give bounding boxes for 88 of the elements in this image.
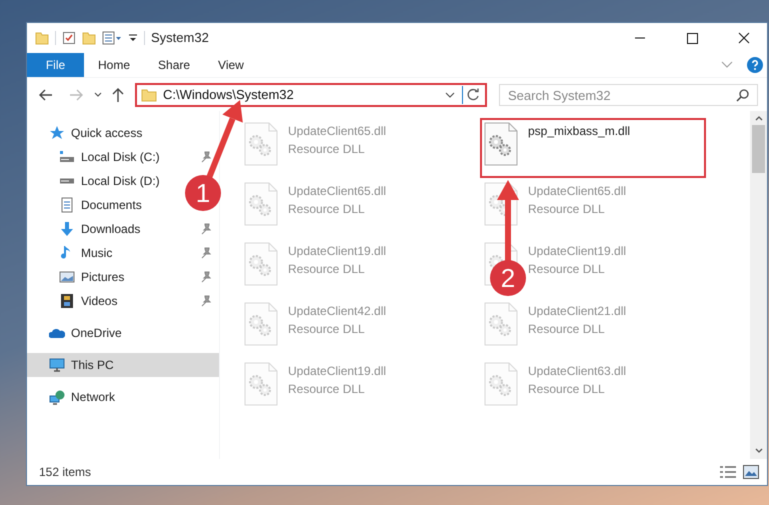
navigation-label: Music — [81, 245, 114, 262]
gear-file-icon — [244, 242, 278, 286]
navigation-item[interactable]: Quick access — [27, 121, 219, 145]
file-name: UpdateClient19.dll — [288, 363, 386, 380]
file-item[interactable]: psp_mixbass_m.dll — [480, 118, 706, 178]
chevron-down-icon[interactable] — [93, 90, 103, 100]
navigation-label: Network — [71, 389, 116, 406]
navigation-item[interactable]: Documents — [27, 193, 150, 217]
navigation-label: Downloads — [81, 221, 142, 238]
help-icon[interactable] — [747, 57, 763, 73]
file-type: Resource DLL — [288, 201, 366, 218]
pin-icon[interactable] — [201, 247, 211, 259]
window-title: System32 — [151, 29, 209, 48]
film-icon — [59, 293, 75, 309]
pin-icon[interactable] — [201, 151, 211, 163]
scrollbar[interactable] — [750, 111, 767, 459]
address-path: C:\Windows\System32 — [163, 86, 294, 104]
file-type: Resource DLL — [528, 261, 606, 278]
pin-icon[interactable] — [201, 223, 211, 235]
navigation-label: OneDrive — [71, 325, 123, 342]
navigation-label: Quick access — [71, 125, 144, 142]
navigation-label: This PC — [71, 357, 115, 374]
file-name: UpdateClient63.dll — [528, 363, 626, 380]
navigation-item[interactable]: Local Disk (D:) — [27, 169, 168, 193]
navigation-label: Local Disk (D:) — [81, 173, 160, 190]
gear-file-icon — [244, 182, 278, 226]
drive-icon — [59, 178, 75, 184]
gear-file-icon — [484, 122, 518, 166]
file-name: psp_mixbass_m.dll — [528, 123, 630, 140]
navigation-item[interactable]: Pictures — [27, 265, 219, 289]
navigation-label: Pictures — [81, 269, 126, 286]
picture-icon — [59, 269, 75, 285]
star-icon — [49, 125, 65, 141]
file-name: UpdateClient65.dll — [288, 123, 386, 140]
gear-file-icon — [244, 362, 278, 406]
navigation-item[interactable]: Music — [27, 241, 219, 265]
file-type: Resource DLL — [288, 141, 366, 158]
pin-icon[interactable] — [201, 295, 211, 307]
document-icon — [59, 197, 75, 213]
file-name: UpdateClient65.dll — [288, 183, 386, 200]
search-field[interactable]: Search System32 — [499, 84, 758, 106]
checklist-icon[interactable] — [62, 31, 76, 45]
file-type: Resource DLL — [528, 321, 606, 338]
callout-number: 1 — [196, 178, 210, 208]
file-name: UpdateClient19.dll — [288, 243, 386, 260]
drive-icon — [59, 149, 75, 165]
item-count: 152 items — [39, 464, 92, 481]
large-icons-view-icon[interactable] — [743, 465, 759, 479]
gear-file-icon — [484, 362, 518, 406]
scrollbar-thumb[interactable] — [752, 125, 765, 173]
file-type: Resource DLL — [288, 321, 366, 338]
navigation-item[interactable]: Downloads — [27, 217, 219, 241]
expand-ribbon-icon[interactable] — [721, 61, 733, 69]
file-name: UpdateClient42.dll — [288, 303, 386, 320]
search-icon — [736, 88, 750, 102]
ribbon-tab[interactable]: View — [204, 53, 258, 77]
address-bar[interactable]: C:\Windows\System32 — [135, 82, 487, 106]
network-icon — [49, 389, 65, 405]
file-type: Resource DLL — [528, 201, 606, 218]
callout-number: 2 — [500, 263, 516, 293]
navigation-item[interactable]: Videos — [27, 289, 219, 313]
monitor-icon — [49, 357, 65, 373]
pin-icon[interactable] — [201, 271, 211, 283]
download-arrow-icon — [59, 221, 75, 237]
navigation-item[interactable]: Local Disk (C:) — [27, 145, 219, 169]
gear-file-icon — [484, 302, 518, 346]
callout-badge — [185, 175, 221, 211]
file-type: Resource DLL — [288, 261, 366, 278]
file-menu-button[interactable]: File — [27, 53, 84, 77]
file-type: Resource DLL — [528, 381, 606, 398]
file-name: UpdateClient21.dll — [528, 303, 626, 320]
ribbon-tab[interactable]: Home — [84, 53, 144, 77]
callout-badge — [490, 260, 526, 296]
gear-file-icon — [244, 122, 278, 166]
folder-icon — [141, 86, 157, 102]
navigation-item[interactable]: OneDrive — [27, 321, 219, 345]
navigation-label: Videos — [81, 293, 118, 310]
ribbon-tab[interactable]: Share — [144, 53, 204, 77]
navigation-label: Documents — [81, 197, 142, 214]
details-view-icon[interactable] — [719, 465, 737, 479]
navigation-item[interactable]: This PC — [27, 353, 219, 377]
file-name: UpdateClient65.dll — [528, 183, 626, 200]
file-type: Resource DLL — [288, 381, 366, 398]
properties-icon[interactable] — [102, 31, 122, 45]
navigation-label: Local Disk (C:) — [81, 149, 161, 166]
file-name: UpdateClient19.dll — [528, 243, 626, 260]
navigation-item[interactable]: Network — [27, 385, 219, 409]
gear-file-icon — [244, 302, 278, 346]
